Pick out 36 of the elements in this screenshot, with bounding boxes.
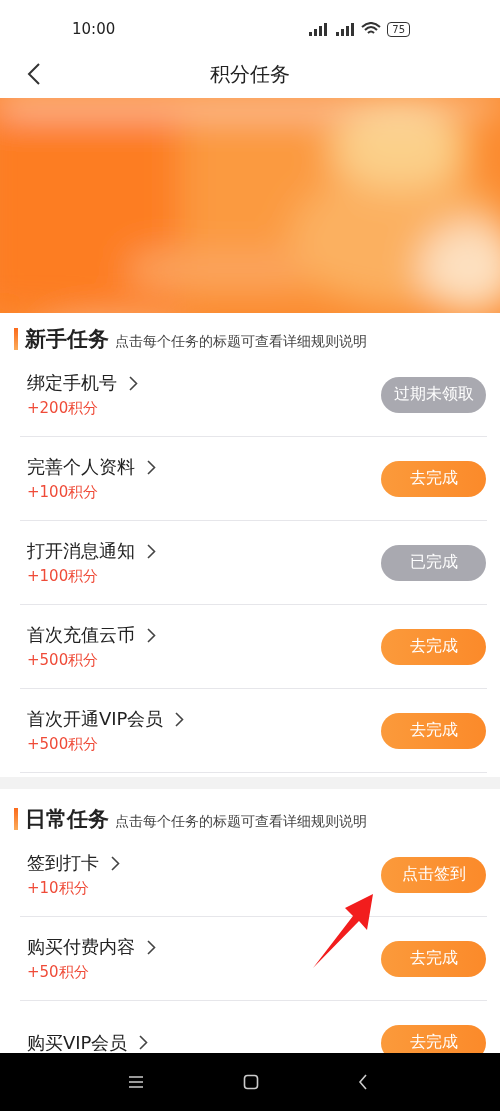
task-title[interactable]: 首次充值云币 (27, 623, 135, 647)
chevron-icon (111, 855, 120, 871)
task-title[interactable]: 购买付费内容 (27, 935, 135, 959)
task-points: +500积分 (27, 735, 100, 754)
chevron-icon (139, 1035, 149, 1050)
chevron-icon (175, 711, 185, 727)
back-icon[interactable] (27, 62, 41, 86)
chevron-icon (147, 459, 156, 475)
signal-icon (307, 22, 330, 36)
section-title: 日常任务 (25, 806, 109, 833)
home-icon[interactable] (243, 1074, 259, 1090)
menu-icon[interactable] (128, 1075, 144, 1089)
task-title[interactable]: 打开消息通知 (27, 539, 135, 563)
task-title[interactable]: 签到打卡 (27, 851, 99, 875)
task-points: +10积分 (27, 879, 90, 898)
task-points: +50积分 (27, 963, 90, 982)
task-points: +500积分 (27, 651, 100, 670)
chevron-icon (147, 627, 156, 643)
task-points: +100积分 (27, 567, 100, 586)
section-hint: 点击每个任务的标题可查看详细规则说明 (115, 333, 367, 351)
status-time: 10:00 (72, 20, 116, 38)
task-title[interactable]: 首次开通VIP会员 (27, 707, 164, 731)
wifi-icon (361, 22, 382, 36)
section-hint: 点击每个任务的标题可查看详细规则说明 (115, 813, 367, 831)
task-title[interactable]: 完善个人资料 (27, 455, 135, 479)
page-title: 积分任务 (210, 60, 290, 88)
task-title[interactable]: 购买VIP会员 (27, 1030, 128, 1053)
section-title: 新手任务 (25, 326, 109, 353)
battery-indicator: 75 (387, 21, 410, 37)
chevron-icon (129, 375, 138, 391)
task-points: +100积分 (27, 483, 100, 502)
chevron-icon (147, 939, 156, 955)
chevron-icon (147, 543, 156, 559)
task-points: +200积分 (27, 399, 100, 418)
signal-icon (335, 22, 356, 36)
task-title[interactable]: 绑定手机号 (27, 371, 117, 395)
